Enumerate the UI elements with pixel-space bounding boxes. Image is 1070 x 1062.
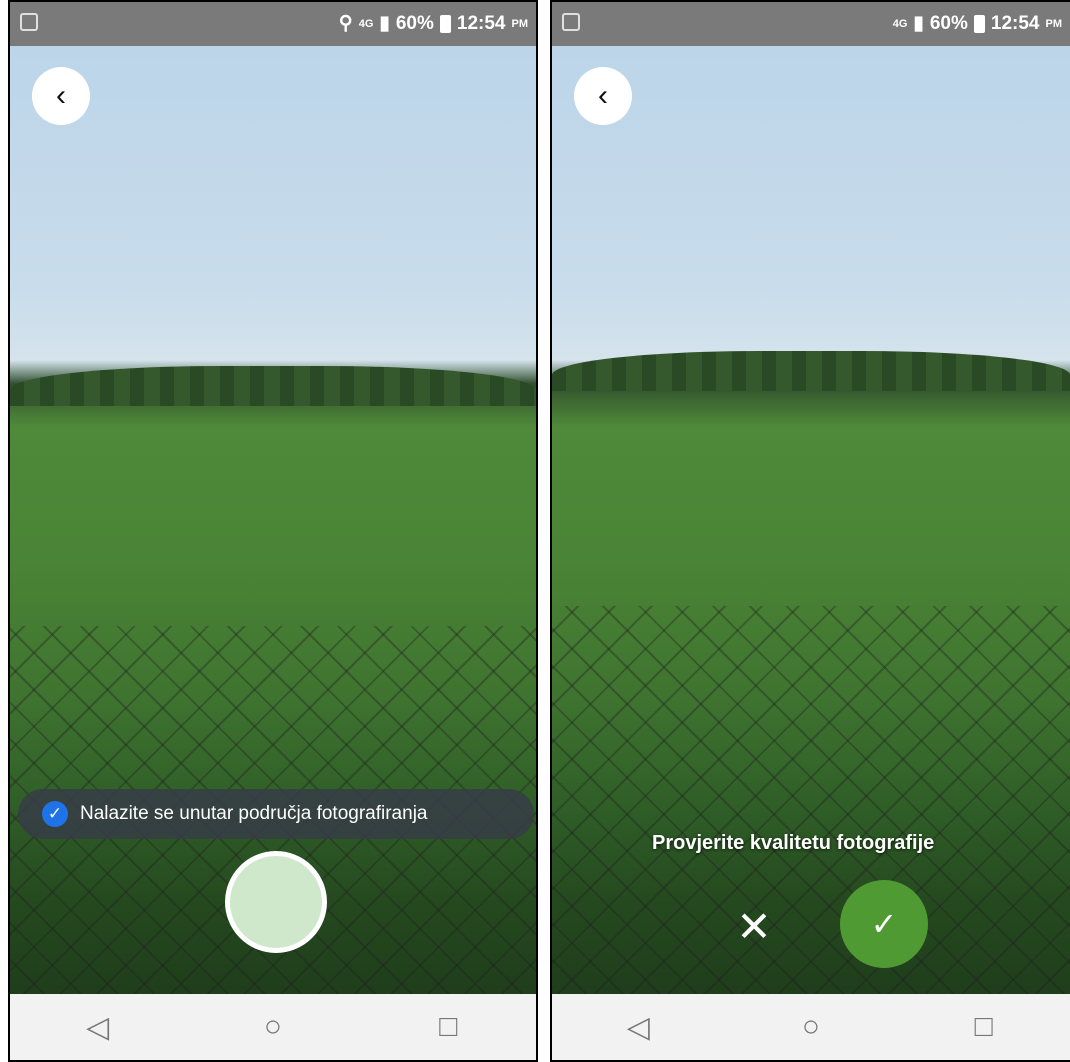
- status-bar: 4G ▮ 60% 12:54 PM: [552, 2, 1070, 46]
- location-notice: ✓ Nalazite se unutar područja fotografir…: [18, 789, 534, 839]
- signal-icon: ▮: [913, 13, 924, 34]
- fence: [552, 606, 1070, 998]
- camera-screen-left: ⚲ 4G ▮ 60% 12:54 PM ‹ ✓ Nalazite se unut…: [8, 0, 538, 1062]
- screenshot-icon: [20, 13, 38, 31]
- reject-button[interactable]: ✕: [732, 905, 776, 949]
- nav-recents-icon[interactable]: □: [954, 1010, 1014, 1044]
- network-type: 4G: [892, 17, 908, 30]
- checkmark-icon: ✓: [42, 801, 68, 827]
- photo-preview: [552, 46, 1070, 998]
- close-icon: ✕: [736, 903, 772, 950]
- signal-icon: ▮: [379, 13, 390, 34]
- location-pin-icon: ⚲: [338, 13, 353, 34]
- status-bar: ⚲ 4G ▮ 60% 12:54 PM: [10, 2, 536, 46]
- nav-bar: ◁ ○ □: [10, 994, 536, 1060]
- review-screen-right: 4G ▮ 60% 12:54 PM ‹ Provjerite kvalitetu…: [550, 0, 1070, 1062]
- battery-icon: [439, 14, 451, 33]
- battery-icon: [973, 14, 985, 33]
- nav-recents-icon[interactable]: □: [418, 1010, 478, 1044]
- network-type: 4G: [358, 17, 374, 30]
- location-notice-text: Nalazite se unutar područja fotografiran…: [80, 803, 428, 824]
- clock-time: 12:54: [990, 12, 1040, 34]
- back-button[interactable]: ‹: [574, 67, 632, 125]
- nav-bar: ◁ ○ □: [552, 994, 1070, 1060]
- back-button[interactable]: ‹: [32, 67, 90, 125]
- review-prompt: Provjerite kvalitetu fotografije: [652, 832, 935, 854]
- chevron-left-icon: ‹: [598, 79, 608, 112]
- treeline: [552, 351, 1070, 391]
- treeline: [10, 366, 536, 406]
- nav-back-icon[interactable]: ◁: [68, 1010, 128, 1045]
- screenshot-icon: [562, 13, 580, 31]
- clock-time: 12:54: [456, 12, 506, 34]
- clock-suffix: PM: [511, 17, 529, 30]
- clock-suffix: PM: [1045, 17, 1063, 30]
- status-right: ⚲ 4G ▮ 60% 12:54 PM: [339, 12, 528, 35]
- battery-percent: 60%: [395, 12, 434, 34]
- battery-percent: 60%: [929, 12, 968, 34]
- nav-home-icon[interactable]: ○: [243, 1010, 303, 1044]
- accept-button[interactable]: ✓: [840, 880, 928, 968]
- nav-back-icon[interactable]: ◁: [608, 1010, 668, 1045]
- chevron-left-icon: ‹: [56, 79, 66, 112]
- status-right: 4G ▮ 60% 12:54 PM: [893, 12, 1062, 35]
- shutter-button[interactable]: [225, 851, 327, 953]
- checkmark-icon: ✓: [870, 906, 898, 942]
- nav-home-icon[interactable]: ○: [781, 1010, 841, 1044]
